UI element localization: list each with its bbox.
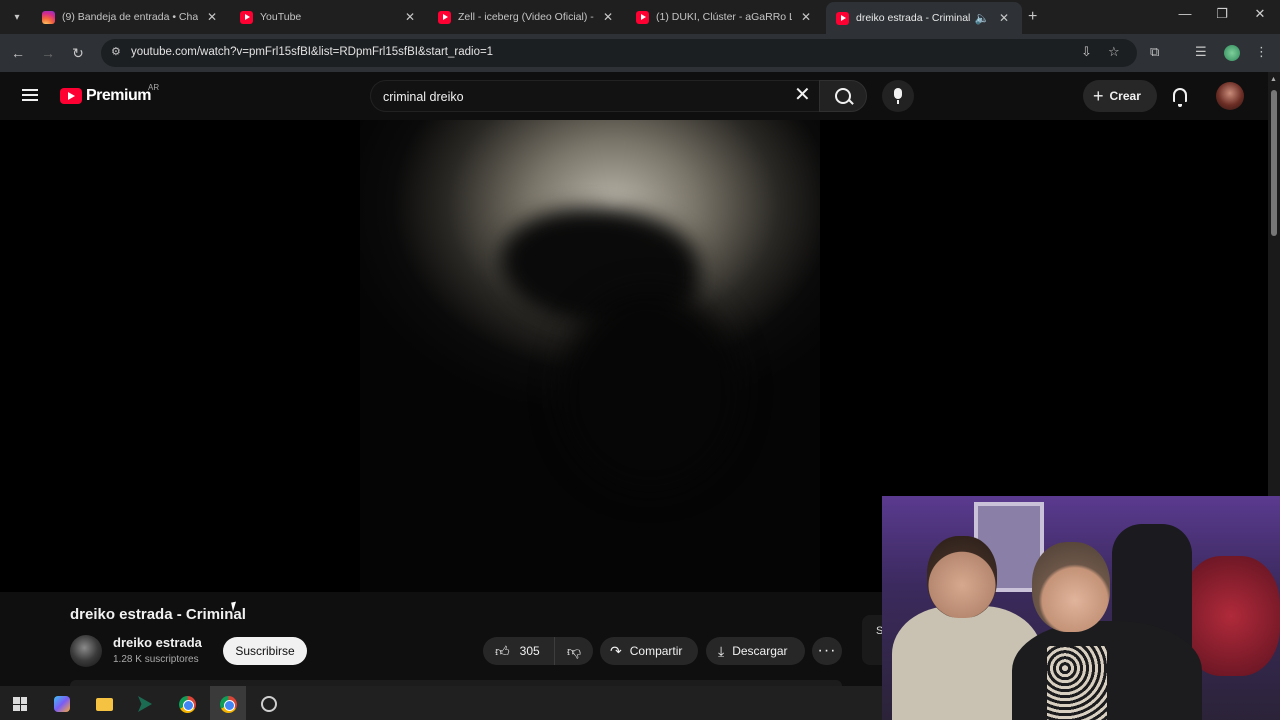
tab-title: YouTube [260,11,302,23]
new-tab-plus-icon[interactable]: + [1028,8,1037,26]
download-icon: ⤓ [718,642,725,659]
tab-title: (1) DUKI, Clúster - aGaRRo La P [656,11,792,23]
webcam-person-right-body [1012,621,1202,720]
youtube-icon [240,10,253,24]
bookmark-star-icon[interactable]: ☆ [1108,44,1120,60]
share-button[interactable]: ↷ Compartir [600,637,698,665]
menu-hamburger-icon[interactable] [22,89,38,101]
download-button[interactable]: ⤓ Descargar [706,637,805,665]
create-button[interactable]: + Crear [1083,80,1157,112]
taskbar-app-arrow[interactable] [131,692,159,716]
download-label: Descargar [732,644,788,658]
tab-search-chevron-icon[interactable]: ▾ [8,8,26,26]
account-avatar[interactable] [1216,82,1244,110]
tab-title: Zell - iceberg (Video Oficial) - Y [458,11,594,23]
thumbs-down-icon: 👎︎ [566,642,582,659]
tab-title: dreiko estrada - Criminal - Y [856,12,972,24]
install-app-icon[interactable]: ⇩ [1081,44,1092,60]
like-button[interactable]: 👍︎ 305 [483,637,555,665]
address-bar[interactable]: ⚙ youtube.com/watch?v=pmFrl15sfBI&list=R… [101,39,1137,67]
tab-close-icon[interactable]: ✕ [600,10,616,24]
folder-icon [95,697,113,711]
obs-icon [261,696,277,712]
search-input[interactable] [383,87,773,107]
mouse-cursor-icon [231,601,238,612]
youtube-premium-wordmark[interactable]: Premium [86,87,151,105]
channel-name[interactable]: dreiko estrada [113,635,202,650]
arrow-app-icon [138,696,152,712]
voice-search-mic-icon[interactable] [882,80,914,112]
youtube-icon [636,10,649,24]
share-label: Compartir [629,644,683,658]
tab-audio-icon[interactable]: 🔈 [974,11,990,25]
more-actions-button[interactable]: ··· [812,637,842,665]
search-button[interactable] [819,80,867,112]
forward-arrow-icon[interactable]: → [38,43,58,63]
start-button[interactable] [6,692,34,716]
plus-icon: + [1093,85,1104,106]
thumbs-up-icon: 👍︎ [495,642,510,659]
youtube-logo-icon[interactable] [60,88,82,104]
reload-icon[interactable]: ↻ [68,43,88,63]
subscriber-count: 1.28 K suscriptores [113,654,199,665]
create-label: Crear [1109,89,1141,103]
extensions-puzzle-icon[interactable]: ⧉ [1150,44,1159,60]
browser-tab-strip: ▾ (9) Bandeja de entrada • Chats ✕ YouTu… [0,0,1280,34]
more-dots-icon: ··· [817,642,837,659]
taskbar-obs[interactable] [255,692,283,716]
channel-avatar[interactable] [70,635,102,667]
tab-close-icon[interactable]: ✕ [798,10,814,24]
scrollbar-thumb[interactable] [1271,90,1277,236]
restore-icon[interactable]: ❐ [1212,6,1232,22]
video-shadow-shape [560,290,740,490]
browser-toolbar: ← → ↻ ⚙ youtube.com/watch?v=pmFrl15sfBI&… [0,34,1280,72]
url-text: youtube.com/watch?v=pmFrl15sfBI&list=RDp… [131,46,494,58]
clear-search-icon[interactable]: ✕ [794,85,811,105]
region-code: AR [148,83,160,92]
copilot-icon [54,696,70,712]
chrome-menu-icon[interactable]: ⋮ [1255,44,1268,60]
taskbar-copilot[interactable] [48,692,76,716]
scroll-up-arrow-icon[interactable]: ▲ [1270,76,1277,83]
tab-title: (9) Bandeja de entrada • Chats [62,11,198,23]
webcam-shirt-pattern [1047,646,1107,720]
taskbar-chrome[interactable] [173,692,201,716]
site-info-icon[interactable]: ⚙ [111,45,125,59]
tab-zell-iceberg[interactable]: Zell - iceberg (Video Oficial) - Y ✕ [428,4,626,30]
tab-close-icon[interactable]: ✕ [996,11,1012,25]
windows-logo-icon [13,697,27,711]
tab-youtube[interactable]: YouTube ✕ [230,4,428,30]
tab-duki-cluster[interactable]: (1) DUKI, Clúster - aGaRRo La P ✕ [626,4,824,30]
tab-close-icon[interactable]: ✕ [402,10,418,24]
notifications-bell-icon[interactable] [1173,88,1187,107]
webcam-person-right-head [1032,542,1110,632]
side-panel-card[interactable]: S [862,615,884,665]
tab-instagram-inbox[interactable]: (9) Bandeja de entrada • Chats ✕ [32,4,230,30]
minimize-icon[interactable]: — [1175,6,1195,21]
instagram-icon [42,10,55,24]
video-title: dreiko estrada - Criminal [70,606,246,623]
search-box[interactable] [370,80,820,112]
youtube-icon [438,10,451,24]
dislike-button[interactable]: 👎︎ [555,643,593,660]
media-controls-icon[interactable]: ☰ [1195,44,1207,60]
tab-dreiko-criminal[interactable]: dreiko estrada - Criminal - Y 🔈 ✕ [826,2,1022,34]
back-arrow-icon[interactable]: ← [8,43,28,63]
taskbar-chrome-active[interactable] [214,692,242,716]
share-arrow-icon: ↷ [610,642,622,659]
youtube-header: Premium AR ✕ + Crear [0,72,1268,120]
like-dislike-group: 👍︎ 305 👎︎ [483,637,593,665]
tab-close-icon[interactable]: ✕ [204,10,220,24]
webcam-person-left-head [927,536,997,618]
youtube-icon [836,11,849,25]
chrome-icon [219,695,237,713]
browser-profile-avatar[interactable] [1224,45,1240,61]
like-count: 305 [519,644,540,658]
taskbar-file-explorer[interactable] [90,692,118,716]
window-close-icon[interactable]: ✕ [1250,6,1270,22]
webcam-overlay [882,496,1280,720]
subscribe-button[interactable]: Suscribirse [223,637,307,665]
chrome-icon [178,695,196,713]
